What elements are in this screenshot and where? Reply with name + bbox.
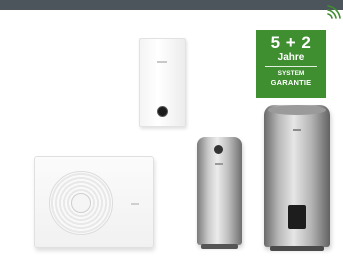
top-bar (0, 0, 343, 10)
wall-unit-logo (157, 61, 167, 63)
outdoor-unit-logo (131, 203, 139, 205)
outdoor-heat-pump-image (34, 156, 154, 248)
tank-base (201, 244, 238, 249)
tank-logo (293, 129, 301, 131)
badge-unit: Jahre (277, 52, 305, 63)
badge-system-label: SYSTEM (277, 70, 305, 77)
tank-control-panel (288, 205, 306, 229)
badge-guarantee-label: GARANTIE (270, 78, 312, 87)
wifi-icon (327, 5, 341, 19)
tank-base (270, 246, 324, 251)
tank-top-cap (268, 105, 326, 115)
fan-hub (71, 193, 91, 213)
guarantee-badge: 5 + 2 Jahre SYSTEM GARANTIE (256, 30, 326, 98)
buffer-tank-image (197, 137, 242, 249)
tank-logo (215, 163, 223, 165)
tank-connector (214, 145, 223, 154)
badge-years: 5 + 2 (270, 33, 312, 52)
fan-grille (49, 171, 113, 235)
wall-unit-control-dial (157, 106, 168, 117)
hot-water-tank-image (264, 105, 330, 251)
indoor-wall-unit-image (139, 38, 186, 127)
badge-divider (265, 66, 317, 67)
